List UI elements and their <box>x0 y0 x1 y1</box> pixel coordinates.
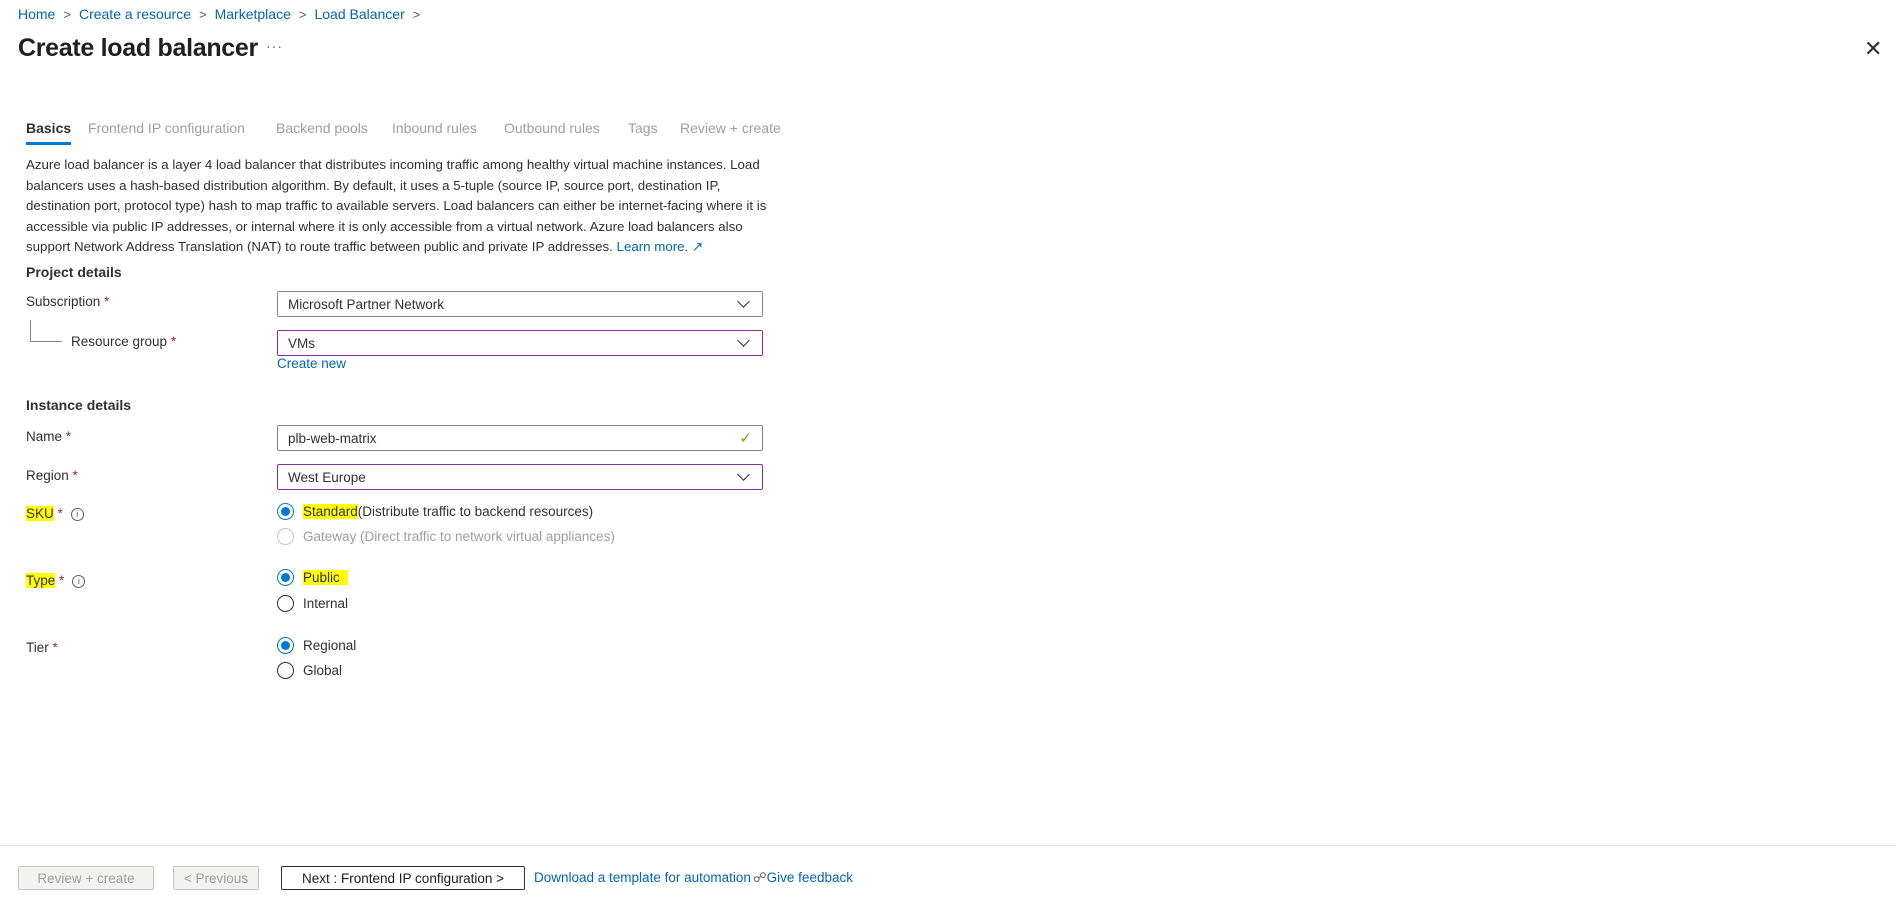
breadcrumb-create-resource[interactable]: Create a resource <box>79 6 191 22</box>
breadcrumb-home[interactable]: Home <box>18 6 55 22</box>
review-create-button[interactable]: Review + create <box>18 866 154 890</box>
tab-frontend-ip[interactable]: Frontend IP configuration <box>88 120 245 146</box>
type-label: Type * i <box>26 573 86 588</box>
subscription-dropdown[interactable]: Microsoft Partner Network <box>277 291 763 317</box>
close-icon[interactable]: ✕ <box>1864 36 1882 62</box>
type-public-radio[interactable]: Public <box>277 569 348 586</box>
name-label: Name * <box>26 429 71 444</box>
label-text: Tier <box>26 640 49 655</box>
radio-selected-icon <box>277 503 294 520</box>
label-text: Type <box>26 573 56 588</box>
radio-label: Public <box>303 570 348 585</box>
page-title: Create load balancer <box>18 34 258 62</box>
tree-connector <box>30 320 62 342</box>
breadcrumb-load-balancer[interactable]: Load Balancer <box>314 6 404 22</box>
info-icon[interactable]: i <box>70 507 84 521</box>
required-marker: * <box>52 640 58 655</box>
tab-tags[interactable]: Tags <box>628 120 658 146</box>
tier-global-radio[interactable]: Global <box>277 662 342 679</box>
tab-backend-pools[interactable]: Backend pools <box>276 120 368 146</box>
chevron-down-icon <box>737 295 750 308</box>
resource-group-label: Resource group * <box>71 334 176 349</box>
label-text: Name <box>26 429 63 444</box>
info-icon[interactable]: i <box>72 574 86 588</box>
subscription-value: Microsoft Partner Network <box>288 296 445 312</box>
chevron-right-icon: > <box>298 6 307 22</box>
radio-label: Internal <box>303 596 349 611</box>
name-value: plb-web-matrix <box>288 430 377 446</box>
radio-label: Regional <box>303 638 357 653</box>
sku-gateway-radio: Gateway (Direct traffic to network virtu… <box>277 528 615 545</box>
required-marker: * <box>104 294 110 309</box>
radio-icon <box>277 662 294 679</box>
chevron-down-icon <box>737 334 750 347</box>
tab-outbound-rules[interactable]: Outbound rules <box>504 120 600 146</box>
give-feedback-link[interactable]: ☍Give feedback <box>753 870 853 886</box>
chevron-down-icon <box>737 468 750 481</box>
required-marker: * <box>57 506 63 521</box>
radio-label: Gateway (Direct traffic to network virtu… <box>303 529 615 544</box>
sku-label: SKU * i <box>26 506 84 521</box>
label-text: Subscription <box>26 294 101 309</box>
label-text: SKU <box>26 506 54 521</box>
tab-basics[interactable]: Basics <box>26 120 72 146</box>
required-marker: * <box>72 468 78 483</box>
resource-group-value: VMs <box>288 335 315 351</box>
region-dropdown[interactable]: West Europe <box>277 464 763 490</box>
subscription-label: Subscription * <box>26 294 109 309</box>
breadcrumb-marketplace[interactable]: Marketplace <box>215 6 291 22</box>
name-input[interactable]: plb-web-matrix ✓ <box>277 425 763 451</box>
label-text: Region <box>26 468 69 483</box>
tab-review-create[interactable]: Review + create <box>680 120 781 146</box>
footer-divider <box>0 845 1896 846</box>
required-marker: * <box>59 573 65 588</box>
breadcrumb: Home > Create a resource > Marketplace > Lo… <box>18 6 420 22</box>
chevron-right-icon: > <box>63 6 71 22</box>
radio-selected-icon <box>277 637 294 654</box>
description: Azure load balancer is a layer 4 load ba… <box>26 155 776 258</box>
tier-label: Tier * <box>26 640 58 655</box>
feedback-icon: ☍ <box>753 870 767 885</box>
radio-label: Standard <box>303 504 358 519</box>
learn-more-link[interactable]: Learn more. ↗ <box>617 239 704 254</box>
radio-selected-icon <box>277 569 294 586</box>
region-value: West Europe <box>288 469 366 485</box>
chevron-right-icon: > <box>199 6 207 22</box>
feedback-label: Give feedback <box>766 870 853 885</box>
radio-label: Global <box>303 663 343 678</box>
required-marker: * <box>65 429 72 444</box>
download-template-link[interactable]: Download a template for automation <box>534 870 751 885</box>
sku-standard-radio[interactable]: Standard (Distribute traffic to backend … <box>277 503 593 520</box>
create-new-link[interactable]: Create new <box>277 356 346 371</box>
required-marker: * <box>170 334 177 349</box>
radio-label-detail: (Distribute traffic to backend resources… <box>357 504 594 519</box>
radio-icon <box>277 595 294 612</box>
label-text: Resource group <box>71 334 168 349</box>
more-options-icon[interactable]: ··· <box>266 38 283 54</box>
region-label: Region * <box>26 468 78 483</box>
chevron-right-icon: > <box>412 6 421 22</box>
type-internal-radio[interactable]: Internal <box>277 595 348 612</box>
tab-inbound-rules[interactable]: Inbound rules <box>392 120 477 146</box>
checkmark-icon: ✓ <box>739 430 752 447</box>
next-button[interactable]: Next : Frontend IP configuration > <box>281 866 525 890</box>
resource-group-dropdown[interactable]: VMs <box>277 330 763 356</box>
project-details-heading: Project details <box>26 264 122 280</box>
instance-details-heading: Instance details <box>26 397 132 413</box>
tier-regional-radio[interactable]: Regional <box>277 637 356 654</box>
previous-button[interactable]: < Previous <box>173 866 259 890</box>
radio-icon <box>277 528 294 545</box>
